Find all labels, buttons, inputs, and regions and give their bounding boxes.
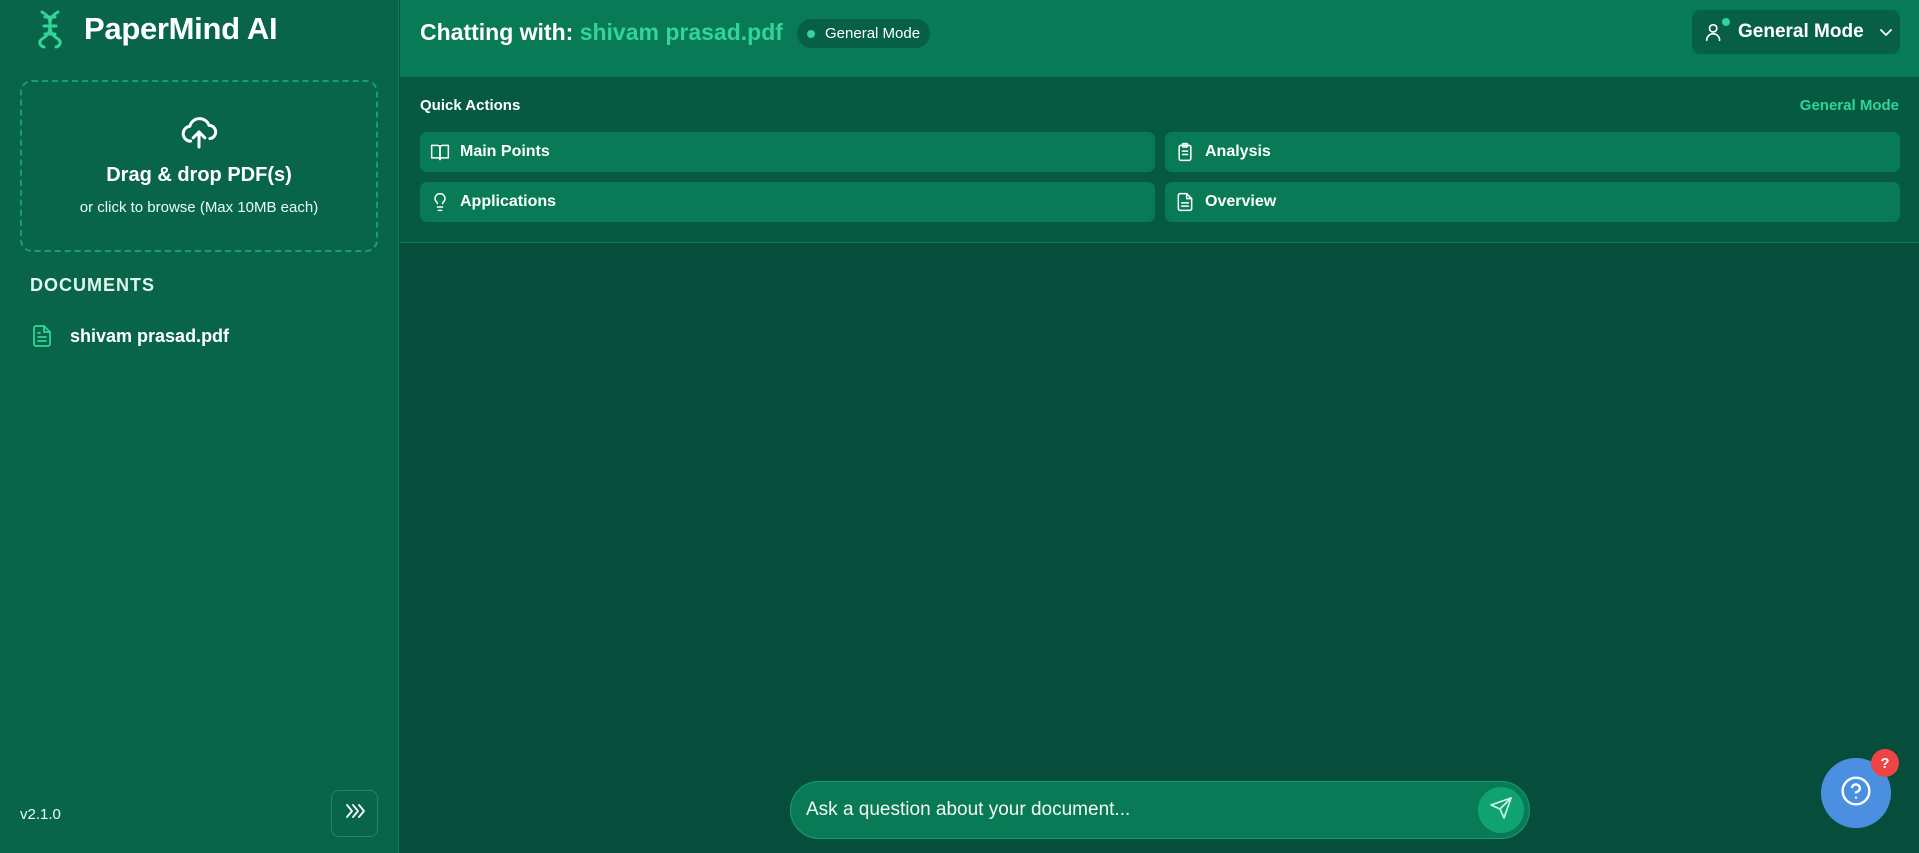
lightbulb-icon [430,192,450,212]
version-label: v2.1.0 [20,806,61,823]
chat-header: Chatting with: shivam prasad.pdf General… [400,0,1919,77]
send-button[interactable] [1478,787,1524,833]
sidebar: PaperMind AI Drag & drop PDF(s) or click… [0,0,399,853]
quick-actions: Quick Actions General Mode Main Points A… [400,77,1919,243]
cloud-upload-icon [179,112,219,152]
status-dot-icon [807,29,815,38]
mode-dropdown-label: General Mode [1738,21,1864,42]
chevron-down-icon [1878,24,1894,40]
main-points-button[interactable]: Main Points [420,132,1155,172]
book-open-icon [430,142,450,162]
overview-button[interactable]: Overview [1165,182,1900,222]
chat-input-bar [790,781,1530,839]
help-badge: ? [1871,749,1899,777]
documents-heading: DOCUMENTS [30,275,155,295]
clipboard-icon [1175,142,1195,162]
applications-label: Applications [460,193,557,210]
quick-actions-label: Quick Actions [420,97,521,114]
collapse-sidebar-button[interactable] [331,790,378,837]
quick-actions-mode: General Mode [1799,97,1899,114]
mode-dropdown[interactable]: General Mode [1692,10,1900,54]
chat-title-document: shivam prasad.pdf [579,19,783,45]
chat-title: Chatting with: shivam prasad.pdf [420,19,783,46]
mode-badge-label: General Mode [825,25,921,42]
file-text-icon [1175,192,1195,212]
chevrons-right-icon [344,802,366,825]
analysis-button[interactable]: Analysis [1165,132,1900,172]
applications-button[interactable]: Applications [420,182,1155,222]
brand: PaperMind AI [30,8,278,50]
file-text-icon [30,324,54,348]
pdf-dropzone[interactable]: Drag & drop PDF(s) or click to browse (M… [20,80,378,252]
analysis-label: Analysis [1205,143,1271,160]
online-indicator [1722,18,1730,26]
dropzone-title: Drag & drop PDF(s) [106,164,292,186]
mode-badge: General Mode [797,19,931,48]
main-points-label: Main Points [460,143,550,160]
app-name: PaperMind AI [84,11,278,46]
chat-title-prefix: Chatting with: [420,19,574,45]
document-name: shivam prasad.pdf [70,325,230,346]
dropzone-subtitle: or click to browse (Max 10MB each) [79,199,319,216]
chat-input[interactable] [806,799,1478,821]
document-item[interactable]: shivam prasad.pdf [20,318,378,354]
send-icon [1489,796,1513,825]
chat-messages-area [400,243,1919,853]
user-icon [1704,18,1730,43]
dna-logo-icon [30,9,70,49]
overview-label: Overview [1205,193,1277,210]
help-circle-icon [1840,775,1872,812]
